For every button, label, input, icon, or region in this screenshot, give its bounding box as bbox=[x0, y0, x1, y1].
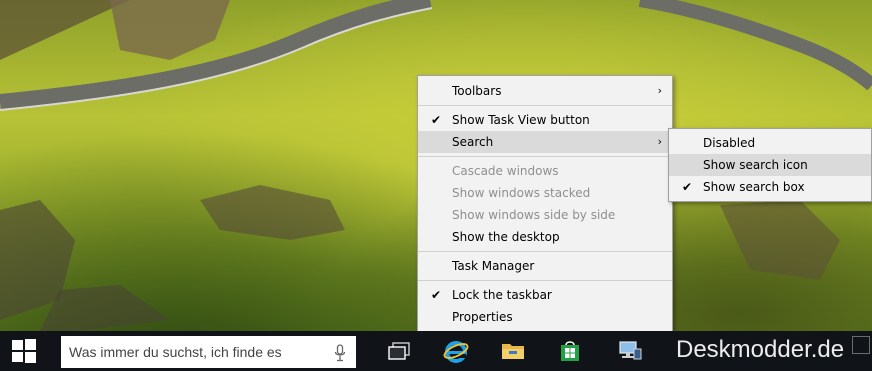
menu-item-label: Show Task View button bbox=[452, 113, 590, 127]
menu-item-show-task-view-button[interactable]: ✔ Show Task View button bbox=[418, 109, 672, 131]
menu-item-cascade-windows: Cascade windows bbox=[418, 160, 672, 182]
menu-item-label: Show windows side by side bbox=[452, 208, 616, 222]
submenu-item-label: Show search box bbox=[703, 180, 805, 194]
menu-item-label: Show the desktop bbox=[452, 230, 560, 244]
menu-separator bbox=[418, 156, 672, 157]
menu-item-show-windows-stacked: Show windows stacked bbox=[418, 182, 672, 204]
search-submenu: Disabled Show search icon ✔ Show search box bbox=[668, 128, 872, 202]
search-placeholder: Was immer du suchst, ich finde es bbox=[69, 344, 282, 360]
menu-item-properties[interactable]: Properties bbox=[418, 306, 672, 328]
checkmark-icon: ✔ bbox=[430, 113, 442, 127]
menu-separator bbox=[418, 280, 672, 281]
chevron-right-icon: › bbox=[657, 135, 662, 148]
menu-item-show-the-desktop[interactable]: Show the desktop bbox=[418, 226, 672, 248]
microphone-icon[interactable] bbox=[334, 344, 346, 365]
menu-separator bbox=[418, 251, 672, 252]
menu-item-label: Search bbox=[452, 135, 494, 149]
menu-item-label: Show windows stacked bbox=[452, 186, 591, 200]
submenu-item-label: Disabled bbox=[703, 136, 756, 150]
submenu-item-disabled[interactable]: Disabled bbox=[669, 132, 871, 154]
chevron-right-icon: › bbox=[657, 84, 662, 97]
start-windows-icon[interactable] bbox=[0, 331, 48, 371]
checkmark-icon: ✔ bbox=[430, 288, 442, 302]
taskbar-context-menu: Toolbars › ✔ Show Task View button Search › Ca… bbox=[417, 75, 673, 333]
file-explorer-icon[interactable] bbox=[499, 337, 527, 365]
menu-separator bbox=[418, 105, 672, 106]
menu-item-label: Toolbars bbox=[452, 84, 502, 98]
deskmodder-watermark: Deskmodder.de bbox=[676, 336, 845, 363]
submenu-item-label: Show search icon bbox=[703, 158, 808, 172]
menu-item-label: Task Manager bbox=[452, 259, 535, 273]
menu-item-label: Lock the taskbar bbox=[452, 288, 552, 302]
menu-item-label: Cascade windows bbox=[452, 164, 559, 178]
network-computer-icon[interactable] bbox=[616, 337, 644, 365]
menu-item-show-windows-side-by-side: Show windows side by side bbox=[418, 204, 672, 226]
submenu-item-show-search-box[interactable]: ✔ Show search box bbox=[669, 176, 871, 198]
store-icon[interactable] bbox=[556, 337, 584, 365]
menu-item-task-manager[interactable]: Task Manager bbox=[418, 255, 672, 277]
submenu-item-show-search-icon[interactable]: Show search icon bbox=[669, 154, 871, 176]
internet-explorer-icon[interactable] bbox=[442, 337, 470, 365]
menu-item-search[interactable]: Search › bbox=[418, 131, 672, 153]
task-view-icon[interactable] bbox=[385, 337, 413, 365]
menu-item-lock-the-taskbar[interactable]: ✔ Lock the taskbar bbox=[418, 284, 672, 306]
menu-item-toolbars[interactable]: Toolbars › bbox=[418, 80, 672, 102]
menu-item-label: Properties bbox=[452, 310, 513, 324]
search-input[interactable]: Was immer du suchst, ich finde es bbox=[61, 336, 356, 368]
show-desktop-corner[interactable] bbox=[852, 336, 870, 354]
checkmark-icon: ✔ bbox=[681, 180, 693, 194]
